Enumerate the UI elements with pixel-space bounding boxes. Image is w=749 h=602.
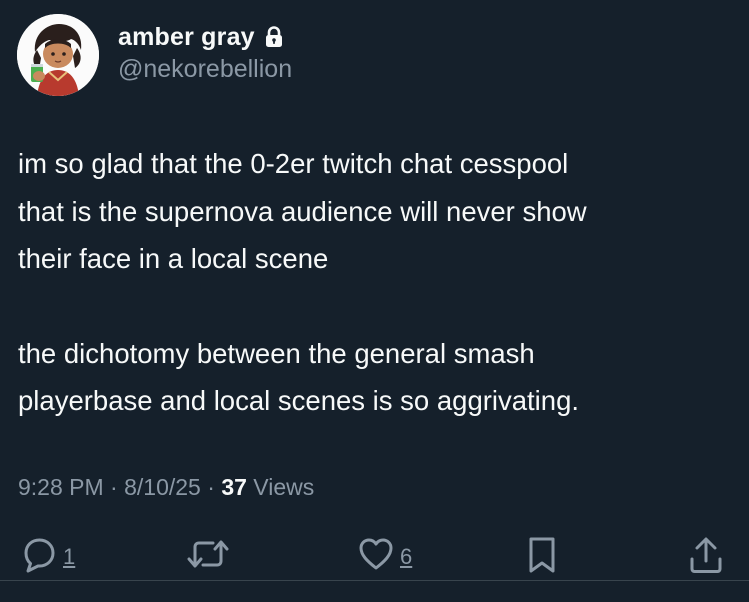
tweet-line: playerbase and local scenes is so aggriv…: [18, 385, 580, 416]
user-handle[interactable]: @nekorebellion: [118, 55, 292, 84]
speech-bubble-icon: [20, 535, 58, 578]
meta-separator: ·: [200, 474, 222, 500]
divider: [0, 580, 749, 581]
reply-button[interactable]: 1: [20, 535, 75, 578]
bookmark-button[interactable]: [526, 535, 558, 580]
tweet-time[interactable]: 9:28 PM: [18, 474, 104, 500]
tweet-line: that is the supernova audience will neve…: [18, 195, 587, 227]
like-button[interactable]: 6: [357, 535, 412, 578]
tweet-meta: 9:28 PM · 8/10/25 · 37 Views: [18, 474, 314, 501]
tweet-date[interactable]: 8/10/25: [124, 474, 201, 500]
reply-count: 1: [63, 543, 76, 569]
avatar[interactable]: [17, 14, 99, 96]
lock-icon: [264, 26, 284, 48]
views-count[interactable]: 37: [221, 474, 247, 500]
tweet-line: the dichotomy between the general smash: [18, 337, 535, 369]
meta-separator: ·: [103, 474, 125, 500]
retweet-button[interactable]: [186, 535, 230, 578]
tweet-line: their face in a local scene: [18, 243, 329, 274]
views-label[interactable]: Views: [247, 474, 314, 500]
bookmark-icon: [526, 535, 558, 580]
tweet-line: im so glad that the 0-2er twitch chat ce…: [18, 148, 569, 179]
tweet-paragraph: im so glad that the 0-2er twitch chat ce…: [18, 140, 733, 283]
retweet-arrows-icon: [186, 535, 230, 578]
display-name-row: amber gray: [118, 20, 284, 54]
display-name[interactable]: amber gray: [118, 23, 255, 52]
tweet-card: amber gray @nekorebellion im so glad tha…: [0, 0, 749, 602]
share-upload-icon: [688, 535, 724, 580]
avatar-illustration: [17, 14, 99, 96]
tweet-text: im so glad that the 0-2er twitch chat ce…: [18, 140, 733, 425]
action-bar: 1 6: [0, 535, 749, 581]
heart-icon: [357, 535, 395, 578]
share-button[interactable]: [688, 535, 724, 580]
like-count: 6: [400, 543, 413, 569]
tweet-paragraph: the dichotomy between the general smash …: [18, 330, 733, 425]
